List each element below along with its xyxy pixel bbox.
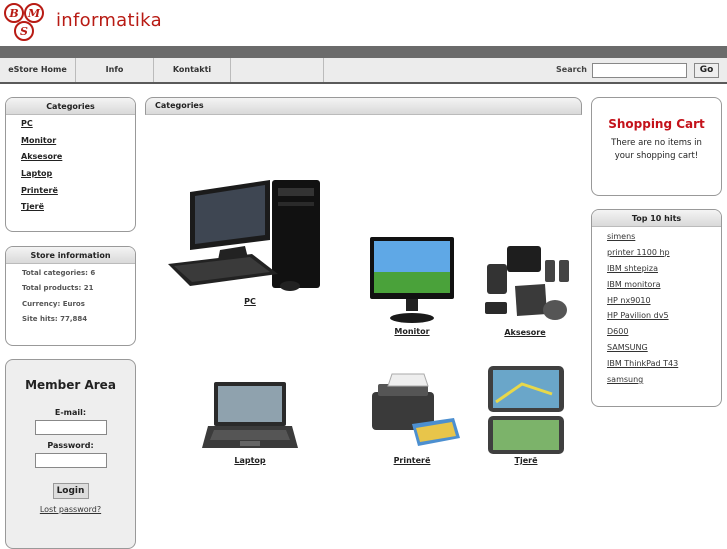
cart-empty-message: There are no items in your shopping cart… bbox=[611, 138, 702, 161]
printer-image[interactable] bbox=[362, 368, 462, 456]
monitor-image[interactable] bbox=[362, 232, 462, 327]
top-hit-item[interactable]: IBM shtepiza bbox=[607, 264, 721, 280]
nav-spacer bbox=[231, 58, 324, 82]
search-input[interactable] bbox=[592, 63, 687, 78]
top-hit-item[interactable]: D600 bbox=[607, 327, 721, 343]
product-tjere[interactable]: Tjerë bbox=[482, 364, 570, 465]
main-categories-title: Categories bbox=[145, 97, 582, 115]
search-label: Search bbox=[556, 65, 587, 74]
store-info-line: Total categories: 6 bbox=[22, 269, 96, 277]
bms-logo[interactable]: B M S bbox=[3, 2, 47, 42]
product-aksesore[interactable]: Aksesore bbox=[475, 240, 575, 337]
gps-image[interactable] bbox=[482, 364, 570, 456]
categories-panel-title: Categories bbox=[6, 98, 135, 115]
lost-password-link[interactable]: Lost password? bbox=[6, 505, 135, 514]
password-field[interactable] bbox=[34, 453, 107, 468]
product-label[interactable]: Laptop bbox=[200, 456, 300, 465]
top-hit-item[interactable]: printer 1100 hp bbox=[607, 248, 721, 264]
svg-text:M: M bbox=[27, 7, 41, 20]
site-header: B M S informatika bbox=[0, 0, 727, 46]
member-area-panel: Member Area E-mail: Password: Login Lost… bbox=[5, 359, 136, 549]
svg-text:S: S bbox=[20, 25, 28, 38]
category-item[interactable]: PC bbox=[21, 119, 135, 136]
login-button[interactable]: Login bbox=[52, 483, 89, 499]
product-laptop[interactable]: Laptop bbox=[200, 378, 300, 465]
top-hit-item[interactable]: samsung bbox=[607, 375, 721, 391]
store-info-panel: Store information Total categories: 6 To… bbox=[5, 246, 136, 346]
store-info-title: Store information bbox=[6, 247, 135, 264]
member-area-title: Member Area bbox=[25, 378, 116, 392]
top-hits-title: Top 10 hits bbox=[592, 210, 721, 227]
top-hit-item[interactable]: IBM monitora bbox=[607, 280, 721, 296]
product-monitor[interactable]: Monitor bbox=[362, 232, 462, 336]
top-hit-item[interactable]: HP Pavilion dv5 bbox=[607, 311, 721, 327]
product-label[interactable]: PC bbox=[160, 297, 340, 306]
top-hit-item[interactable]: SAMSUNG bbox=[607, 343, 721, 359]
go-button[interactable]: Go bbox=[694, 63, 719, 78]
categories-panel: Categories PC Monitor Aksesore Laptop Pr… bbox=[5, 97, 136, 232]
product-pc[interactable]: PC bbox=[160, 162, 340, 306]
nav-bar: eStore Home Info Kontakti Search Go bbox=[0, 58, 727, 84]
product-label[interactable]: Aksesore bbox=[475, 328, 575, 337]
product-label[interactable]: Printerë bbox=[362, 456, 462, 465]
shopping-cart-panel: Shopping Cart There are no items in your… bbox=[591, 97, 722, 196]
product-label[interactable]: Monitor bbox=[362, 327, 462, 336]
category-item[interactable]: Monitor bbox=[21, 136, 135, 153]
shopping-cart-title[interactable]: Shopping Cart bbox=[592, 117, 721, 131]
pc-image[interactable] bbox=[160, 162, 340, 297]
top-hits-panel: Top 10 hits simens printer 1100 hp IBM s… bbox=[591, 209, 722, 407]
top-bar bbox=[0, 46, 727, 58]
top-hit-item[interactable]: HP nx9010 bbox=[607, 296, 721, 312]
top-hit-item[interactable]: simens bbox=[607, 232, 721, 248]
nav-info[interactable]: Info bbox=[76, 58, 154, 82]
email-label: E-mail: bbox=[54, 408, 87, 417]
nav-kontakti[interactable]: Kontakti bbox=[154, 58, 231, 82]
password-label: Password: bbox=[47, 441, 94, 450]
product-printere[interactable]: Printerë bbox=[362, 368, 462, 465]
brand-name: informatika bbox=[56, 10, 162, 31]
accessories-image[interactable] bbox=[475, 240, 575, 328]
svg-text:B: B bbox=[8, 7, 18, 20]
nav-estore-home[interactable]: eStore Home bbox=[0, 58, 76, 82]
category-item[interactable]: Laptop bbox=[21, 169, 135, 186]
store-info-line: Total products: 21 bbox=[22, 284, 94, 293]
store-info-line: Currency: Euros bbox=[22, 299, 85, 308]
email-field[interactable] bbox=[34, 420, 107, 435]
top-hit-item[interactable]: IBM ThinkPad T43 bbox=[607, 359, 721, 375]
category-item[interactable]: Tjerë bbox=[21, 202, 135, 219]
product-label[interactable]: Tjerë bbox=[482, 456, 570, 465]
category-item[interactable]: Printerë bbox=[21, 186, 135, 203]
category-item[interactable]: Aksesore bbox=[21, 152, 135, 169]
store-info-line: Site hits: 77,884 bbox=[22, 315, 88, 324]
laptop-image[interactable] bbox=[200, 378, 300, 456]
